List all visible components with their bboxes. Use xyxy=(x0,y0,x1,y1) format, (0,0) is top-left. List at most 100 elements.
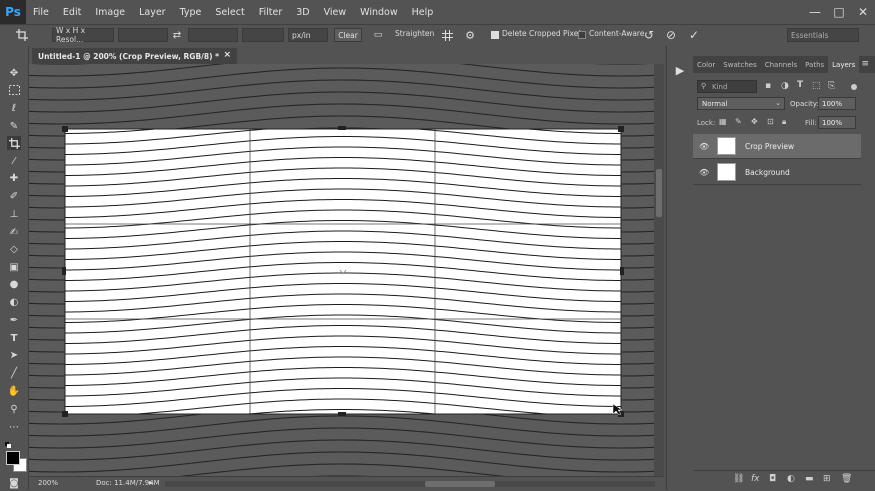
close-tab-icon[interactable]: × xyxy=(223,50,231,60)
width-field[interactable] xyxy=(118,28,168,42)
resolution-unit-dropdown[interactable]: px/in xyxy=(288,28,328,42)
menu-3d[interactable]: 3D xyxy=(289,7,316,18)
lock-position-icon[interactable]: ✥ xyxy=(751,117,758,126)
visibility-eye-icon[interactable]: 👁︎ xyxy=(699,168,709,177)
menu-layer[interactable]: Layer xyxy=(132,7,173,18)
default-colors-icon[interactable] xyxy=(5,441,11,448)
menu-view[interactable]: View xyxy=(317,7,354,18)
overlay-grid-icon[interactable] xyxy=(440,28,454,42)
delete-layer-icon[interactable]: 🗑︎ xyxy=(841,474,852,484)
menu-filter[interactable]: Filter xyxy=(252,7,290,18)
workspace-switcher[interactable]: Essentials xyxy=(787,28,859,42)
path-selection-tool-icon[interactable]: ➤ xyxy=(7,348,21,362)
line-tool-icon[interactable]: ╱ xyxy=(7,366,21,380)
swap-dimensions-icon[interactable]: ⇄ xyxy=(170,28,184,42)
height-field[interactable] xyxy=(188,28,238,42)
menu-select[interactable]: Select xyxy=(208,7,251,18)
horizontal-scrollbar[interactable] xyxy=(165,481,655,487)
filter-shape-icon[interactable]: ⬚ xyxy=(812,81,821,91)
dodge-tool-icon[interactable]: ◐ xyxy=(7,295,21,309)
reset-icon[interactable]: ↺ xyxy=(641,27,657,43)
filter-adjustment-icon[interactable]: ◑ xyxy=(781,81,789,91)
straighten-button[interactable]: Straighten xyxy=(395,29,434,38)
zoom-level[interactable]: 200% xyxy=(38,479,58,487)
document-tab[interactable]: Untitled-1 @ 200% (Crop Preview, RGB/8) … xyxy=(32,48,237,64)
move-tool-icon[interactable]: ✥ xyxy=(7,66,21,80)
menu-type[interactable]: Type xyxy=(173,7,209,18)
filter-smart-object-icon[interactable]: ⎘ xyxy=(828,81,835,91)
lock-image-icon[interactable]: ✎ xyxy=(735,117,742,126)
hand-tool-icon[interactable]: ✋ xyxy=(7,384,21,398)
filter-kind-dropdown[interactable]: ⚲ Kind xyxy=(697,80,757,93)
gradient-tool-icon[interactable]: ▣ xyxy=(7,260,21,274)
vertical-scrollbar[interactable] xyxy=(654,64,664,476)
new-layer-icon[interactable]: ⊞ xyxy=(823,474,831,484)
menu-window[interactable]: Window xyxy=(353,7,404,18)
tab-layers[interactable]: Layers xyxy=(828,56,860,73)
commit-check-icon[interactable]: ✓ xyxy=(686,27,702,43)
menu-help[interactable]: Help xyxy=(405,7,441,18)
history-brush-tool-icon[interactable]: ✍ xyxy=(7,225,21,239)
horizontal-scroll-thumb[interactable] xyxy=(425,481,495,487)
eyedropper-tool-icon[interactable]: ⁄ xyxy=(7,154,21,168)
blend-mode-dropdown[interactable]: Normal ⌄ xyxy=(697,97,785,110)
healing-brush-tool-icon[interactable]: ✚ xyxy=(7,171,21,185)
canvas-artwork xyxy=(29,64,654,476)
straighten-icon[interactable]: ▭ xyxy=(372,29,384,41)
lock-transparent-icon[interactable]: ▦ xyxy=(719,117,727,126)
new-group-icon[interactable]: ▬ xyxy=(805,474,814,484)
lock-all-icon[interactable]: 🔒︎ xyxy=(782,117,786,127)
marquee-tool-icon[interactable] xyxy=(7,83,21,97)
tab-color[interactable]: Color xyxy=(693,56,719,73)
brush-tool-icon[interactable]: ✐ xyxy=(7,189,21,203)
add-mask-icon[interactable]: ◘ xyxy=(769,474,776,484)
quick-select-tool-icon[interactable]: ✎ xyxy=(7,119,21,133)
content-aware-checkbox[interactable] xyxy=(578,31,586,39)
type-tool-icon[interactable]: T xyxy=(7,331,21,345)
zoom-tool-icon[interactable]: ⚲ xyxy=(7,402,21,416)
close-window-button[interactable]: ✕ xyxy=(851,0,875,24)
filter-pixel-icon[interactable]: ▪ xyxy=(765,81,771,91)
opacity-field[interactable]: 100% xyxy=(818,97,856,110)
adjustment-layer-icon[interactable]: ◐ xyxy=(787,474,795,484)
crop-tool-icon[interactable] xyxy=(7,136,21,150)
maximize-button[interactable]: □ xyxy=(827,0,851,24)
lasso-tool-icon[interactable]: ℓ xyxy=(7,101,21,115)
foreground-color-swatch[interactable] xyxy=(6,451,20,465)
minimize-button[interactable]: — xyxy=(803,0,827,24)
tab-paths[interactable]: Paths xyxy=(801,56,828,73)
resolution-field[interactable] xyxy=(242,28,284,42)
ratio-preset-dropdown[interactable]: W x H x Resol... xyxy=(52,26,114,44)
more-tools-icon[interactable]: ⋯ xyxy=(7,420,21,434)
clone-stamp-tool-icon[interactable]: ⊥ xyxy=(7,207,21,221)
visibility-eye-icon[interactable]: 👁︎ xyxy=(699,142,709,151)
pen-tool-icon[interactable]: ✒ xyxy=(7,313,21,327)
lock-artboard-icon[interactable]: ⊡ xyxy=(767,117,774,126)
status-menu-arrow-icon[interactable]: ▸ xyxy=(149,478,153,487)
tab-swatches[interactable]: Swatches xyxy=(719,56,760,73)
tab-channels[interactable]: Channels xyxy=(761,56,801,73)
canvas[interactable] xyxy=(29,64,654,476)
play-actions-icon[interactable]: ▶ xyxy=(672,62,688,78)
search-icon: ⚲ xyxy=(701,82,707,90)
menu-image[interactable]: Image xyxy=(88,7,132,18)
menu-file[interactable]: File xyxy=(26,7,56,18)
quick-mask-icon[interactable]: ◙ xyxy=(7,476,21,490)
menu-edit[interactable]: Edit xyxy=(56,7,88,18)
delete-cropped-checkbox[interactable] xyxy=(491,31,499,39)
filter-type-icon[interactable]: T xyxy=(797,80,803,90)
crop-tool-preset-icon[interactable] xyxy=(14,28,30,42)
link-layers-icon[interactable]: ⛓︎ xyxy=(733,474,744,484)
vertical-scroll-thumb[interactable] xyxy=(656,169,662,217)
layer-background[interactable]: 👁︎ Background xyxy=(693,160,861,185)
blur-tool-icon[interactable]: ● xyxy=(7,277,21,291)
layer-style-icon[interactable]: fx xyxy=(751,474,760,484)
eraser-tool-icon[interactable]: ◇ xyxy=(7,242,21,256)
gear-icon[interactable]: ⚙ xyxy=(463,28,477,42)
panel-menu-icon[interactable]: ≡ xyxy=(861,59,869,69)
filter-toggle-icon[interactable] xyxy=(851,84,857,90)
clear-button[interactable]: Clear xyxy=(334,28,362,42)
layer-crop-preview[interactable]: 👁︎ Crop Preview xyxy=(693,134,861,159)
fill-field[interactable]: 100% xyxy=(818,116,856,129)
cancel-icon[interactable]: ⊘ xyxy=(663,27,679,43)
